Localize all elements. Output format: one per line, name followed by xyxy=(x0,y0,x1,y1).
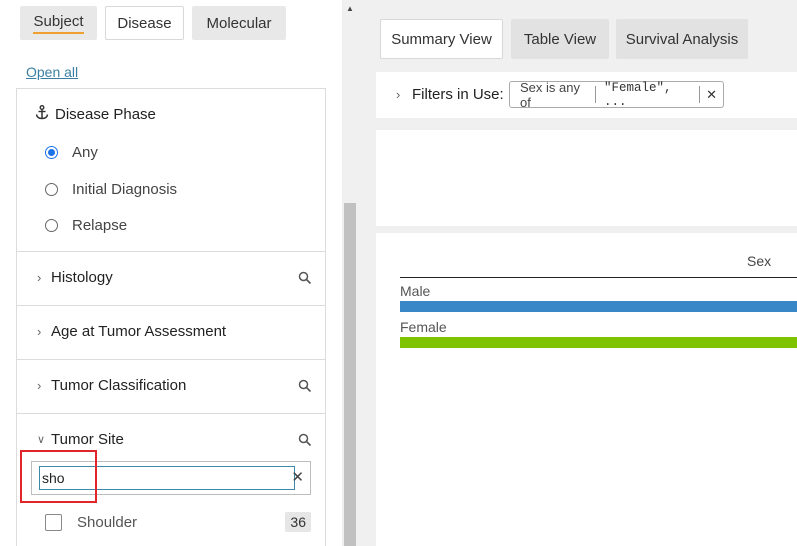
list-item-shoulder[interactable]: Shoulder 36 xyxy=(45,511,311,533)
facet-histology-header[interactable]: › Histology xyxy=(37,269,113,286)
tab-summary-view[interactable]: Summary View xyxy=(380,19,503,59)
tab-subject-label: Subject xyxy=(33,13,84,34)
facet-histology-title: Histology xyxy=(51,269,113,286)
radio-option-initial-diagnosis[interactable]: Initial Diagnosis xyxy=(45,181,177,198)
chevron-down-icon: ∨ xyxy=(37,434,46,446)
anchor-icon xyxy=(35,105,55,124)
filter-pill-value[interactable]: "Female", ... xyxy=(596,81,699,109)
filter-pill-field: Sex is any of xyxy=(520,79,580,110)
bar-male[interactable] xyxy=(400,301,797,312)
bar-label-female: Female xyxy=(400,319,447,335)
scrollbar[interactable]: ▲ xyxy=(342,0,358,546)
count-badge: 36 xyxy=(285,512,311,532)
radio-button[interactable] xyxy=(45,219,58,232)
divider xyxy=(17,305,325,306)
scroll-up-icon[interactable]: ▲ xyxy=(346,4,354,13)
chevron-right-icon: › xyxy=(37,378,42,393)
radio-option-relapse[interactable]: Relapse xyxy=(45,217,127,234)
tab-subject[interactable]: Subject xyxy=(20,6,97,40)
checkbox[interactable] xyxy=(45,513,62,531)
tab-table-view[interactable]: Table View xyxy=(511,19,609,59)
bar-female[interactable] xyxy=(400,337,797,348)
facet-age-title: Age at Tumor Assessment xyxy=(51,323,227,340)
divider xyxy=(17,413,325,414)
facet-disease-phase-header[interactable]: Disease Phase xyxy=(35,105,156,124)
scrollbar-thumb[interactable] xyxy=(344,203,356,546)
radio-label: Any xyxy=(72,144,98,161)
chevron-right-icon: › xyxy=(396,87,401,102)
facet-disease-phase-title: Disease Phase xyxy=(55,106,156,123)
divider xyxy=(17,359,325,360)
tumor-site-search-box: ✕ xyxy=(31,461,311,495)
filters-toggle[interactable]: › Filters in Use: xyxy=(396,86,504,103)
chart-title: Sex xyxy=(747,253,772,269)
chevron-right-icon: › xyxy=(37,324,42,339)
divider xyxy=(17,251,325,252)
tab-survival-analysis[interactable]: Survival Analysis xyxy=(616,19,748,59)
radio-label: Relapse xyxy=(72,217,128,234)
search-icon[interactable] xyxy=(298,271,312,285)
explorer-panel: Summary View Table View Survival Analysi… xyxy=(358,0,797,546)
list-item-label: Shoulder xyxy=(77,513,138,531)
filters-label: Filters in Use: xyxy=(412,86,504,103)
filters-bar: › Filters in Use: Sex is any of "Female"… xyxy=(376,72,797,118)
radio-button[interactable] xyxy=(45,183,58,196)
summary-panel xyxy=(376,130,797,226)
facet-list: Disease Phase Any Initial Diagnosis Rela… xyxy=(16,88,326,546)
search-icon[interactable] xyxy=(298,379,312,393)
sex-chart-panel: Sex Male Female xyxy=(376,233,797,546)
chevron-right-icon: › xyxy=(37,270,42,285)
radio-button[interactable] xyxy=(45,146,58,159)
facet-tumor-site-header[interactable]: ∨ Tumor Site xyxy=(37,431,124,448)
tab-disease[interactable]: Disease xyxy=(105,6,184,40)
radio-option-any[interactable]: Any xyxy=(45,144,98,161)
tab-molecular[interactable]: Molecular xyxy=(192,6,286,40)
radio-label: Initial Diagnosis xyxy=(72,181,178,198)
facet-tumor-site-title: Tumor Site xyxy=(51,431,124,448)
facet-classification-header[interactable]: › Tumor Classification xyxy=(37,377,186,394)
open-all-link[interactable]: Open all xyxy=(26,64,78,80)
facet-age-header[interactable]: › Age at Tumor Assessment xyxy=(37,323,226,340)
filter-pill[interactable]: Sex is any of "Female", ... ✕ xyxy=(509,79,724,110)
tumor-site-search-input[interactable] xyxy=(39,466,295,490)
chart-axis-line xyxy=(400,277,797,278)
search-icon[interactable] xyxy=(298,433,312,447)
facet-classification-title: Tumor Classification xyxy=(51,377,187,394)
close-icon[interactable]: ✕ xyxy=(291,468,304,486)
close-icon[interactable]: ✕ xyxy=(700,87,723,103)
bar-label-male: Male xyxy=(400,283,431,299)
filter-panel: Subject Disease Molecular Open all Disea… xyxy=(0,0,342,546)
